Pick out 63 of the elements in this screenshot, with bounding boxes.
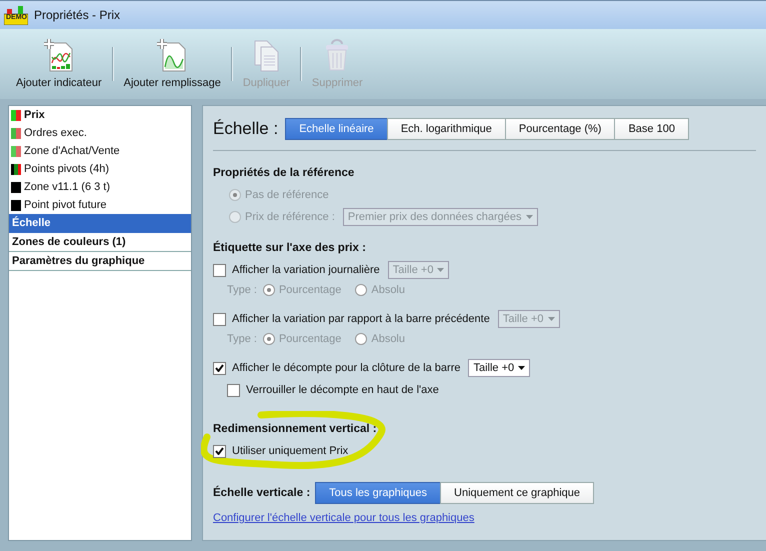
sidebar-item[interactable]: Zone d'Achat/Vente (9, 142, 191, 160)
sidebar-item-label: Prix (24, 109, 45, 121)
window-title: Propriétés - Prix (34, 8, 120, 22)
option-label: Afficher la variation journalière (232, 264, 380, 276)
toolbar-button[interactable]: Ajouter remplissage (118, 39, 227, 89)
checkbox[interactable] (213, 362, 226, 374)
app-logo-icon (4, 5, 28, 25)
section-heading: Échelle verticale : (213, 487, 310, 499)
option-label: Verrouiller le décompte en haut de l'axe (246, 384, 439, 396)
sidebar-item-label: Points pivots (4h) (24, 163, 109, 175)
configure-link[interactable]: Configurer l'échelle verticale pour tous les graphiques (213, 512, 474, 524)
checkbox[interactable] (213, 312, 226, 326)
caret-icon (437, 268, 444, 272)
scale-tab[interactable]: Echelle linéaire (285, 118, 388, 140)
option-label: Absolu (371, 333, 405, 345)
caret-icon (548, 317, 555, 321)
checkbox[interactable] (227, 384, 240, 396)
vertical-scale-tab[interactable]: Tous les graphiques (315, 482, 442, 504)
sidebar-item-label: Ordres exec. (24, 127, 87, 139)
option-label: Pas de référence (245, 189, 329, 201)
section-title: Échelle : (213, 119, 278, 139)
radio-button[interactable] (355, 333, 368, 345)
scale-tab[interactable]: Pourcentage (%) (504, 118, 616, 140)
sidebar-item-label: Zones de couleurs (1) (12, 236, 126, 248)
sidebar-item[interactable]: Zone v11.1 (6 3 t) (9, 178, 191, 196)
radio-button[interactable] (262, 284, 275, 296)
caret-icon (518, 366, 526, 370)
size-dropdown[interactable]: Taille +0 (468, 359, 530, 377)
option-label: Pourcentage (278, 333, 342, 345)
sidebar-item[interactable]: Paramètres du graphique (9, 252, 191, 271)
option-label: Afficher la variation par rapport à la barre précédente (232, 313, 490, 325)
section-heading: Étiquette sur l'axe des prix : (213, 242, 367, 254)
sidebar-item[interactable]: Échelle (9, 214, 191, 233)
sidebar-item-label: Zone v11.1 (6 3 t) (24, 181, 110, 193)
sidebar-item[interactable]: Prix (9, 106, 191, 124)
toolbar-button[interactable]: Ajouter indicateur (10, 39, 108, 89)
vertical-scale-tab[interactable]: Uniquement ce graphique (440, 482, 594, 504)
radio-button[interactable] (355, 284, 368, 296)
scale-tab[interactable]: Ech. logarithmique (386, 118, 506, 140)
option-label: Pourcentage (278, 284, 342, 296)
sidebar-item[interactable]: Point pivot future (9, 196, 191, 214)
checkmark-icon (215, 364, 224, 372)
option-label: Prix de référence : (245, 211, 335, 223)
scale-tab[interactable]: Base 100 (614, 118, 689, 140)
sidebar-item-label: Paramètres du graphique (12, 255, 145, 267)
section-heading: Redimensionnement vertical : (213, 423, 378, 435)
option-label: Afficher le décompte pour la clôture de la barre (232, 362, 460, 374)
type-label: Type : (227, 333, 257, 345)
sidebar-item-label: Zone d'Achat/Vente (24, 145, 120, 157)
sidebar-item[interactable]: Points pivots (4h) (9, 160, 191, 178)
sidebar-item[interactable]: Ordres exec. (9, 124, 191, 142)
checkbox[interactable] (213, 444, 226, 458)
sidebar-item[interactable]: Zones de couleurs (1) (9, 233, 191, 252)
type-label: Type : (227, 284, 257, 296)
caret-icon (526, 215, 533, 219)
sidebar-item-label: Point pivot future (24, 199, 107, 211)
option-label: Absolu (371, 284, 405, 296)
checkbox[interactable] (213, 264, 226, 276)
section-heading: Propriétés de la référence (213, 167, 356, 179)
option-label: Utiliser uniquement Prix (232, 445, 348, 457)
radio-button[interactable] (262, 333, 275, 345)
checkmark-icon (215, 447, 224, 455)
sidebar-item-label: Échelle (12, 217, 51, 229)
